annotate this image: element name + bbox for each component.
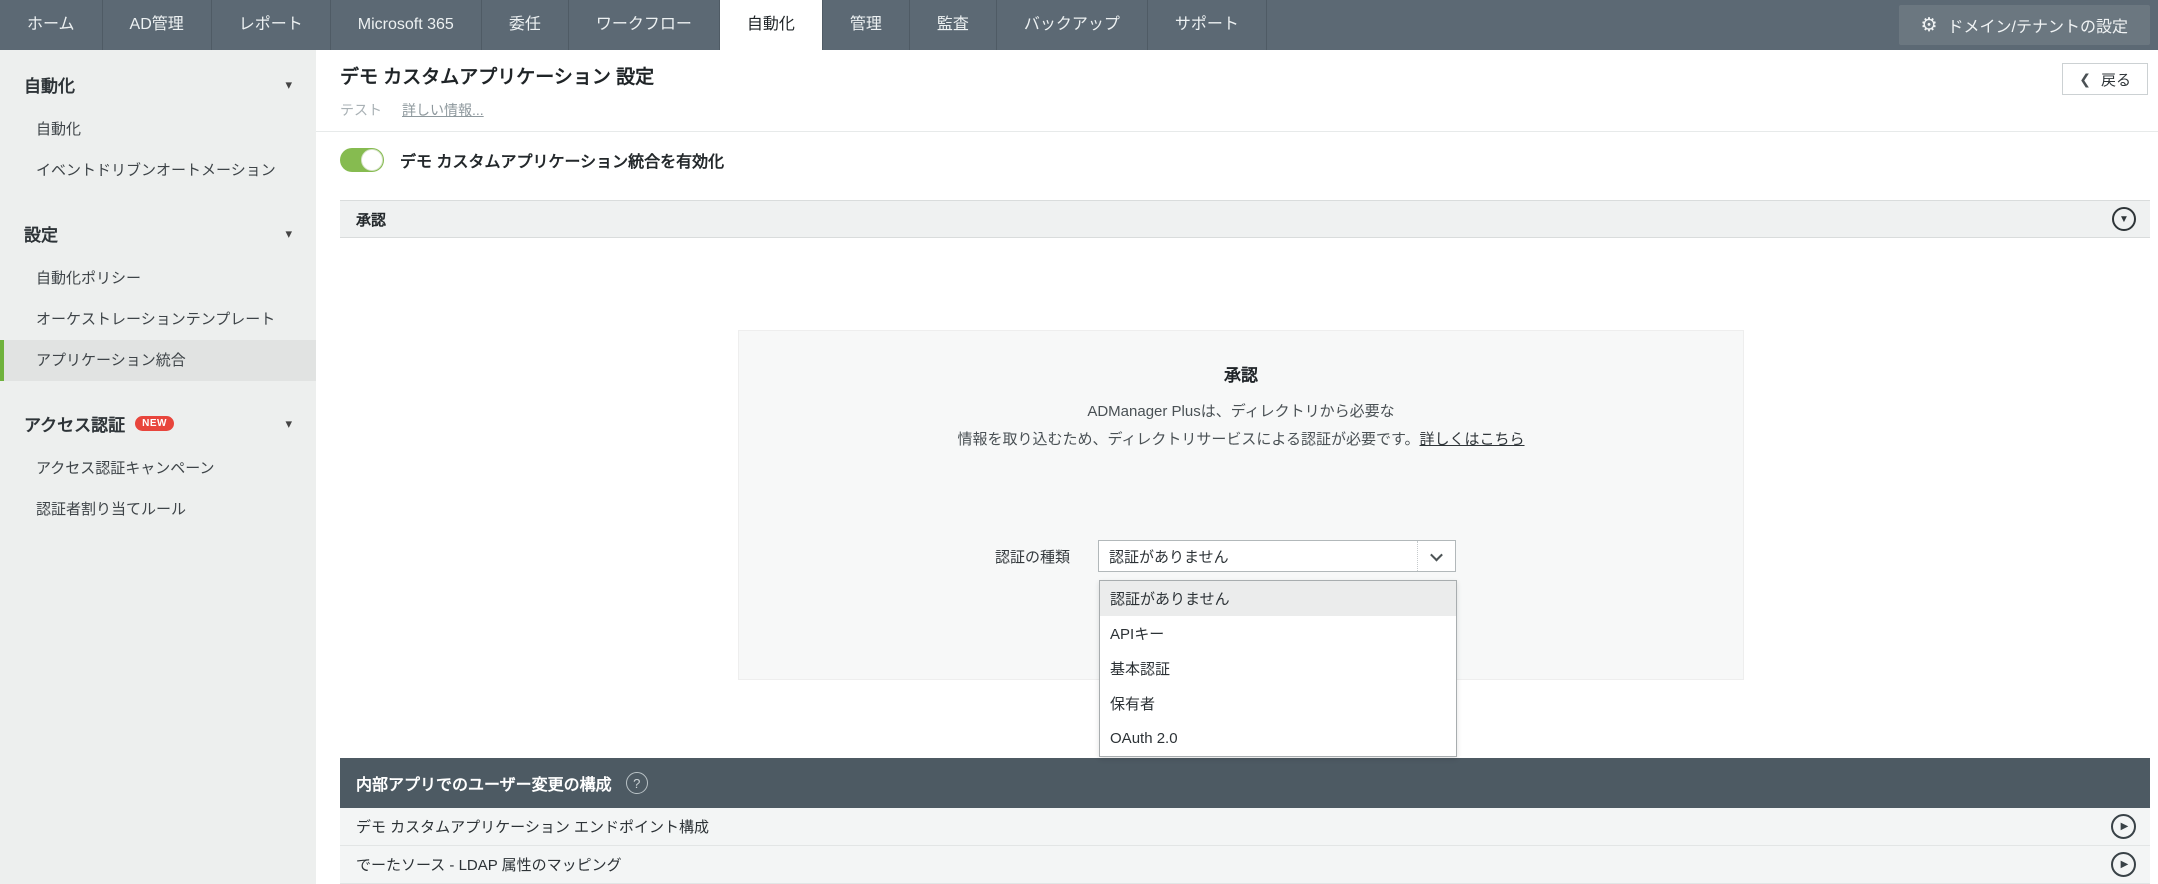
more-info-link[interactable]: 詳しい情報...	[402, 100, 484, 120]
section-title: 設定	[24, 226, 58, 245]
main-content: デモ カスタムアプリケーション 設定 テスト 詳しい情報... ❮ 戻る デモ …	[316, 50, 2158, 884]
description-line-2-text: 情報を取り込むため、ディレクトリサービスによる認証が必要です。	[957, 430, 1420, 448]
sidebar-section-automation[interactable]: 自動化 ▾	[0, 50, 316, 109]
config-section-header: 内部アプリでのユーザー変更の構成 ?	[340, 758, 2150, 808]
tab-backup[interactable]: バックアップ	[997, 0, 1148, 50]
sidebar-section-access-certification[interactable]: アクセス認証 NEW ▾	[0, 381, 316, 448]
page-title: デモ カスタムアプリケーション 設定	[340, 67, 655, 88]
toggle-label: デモ カスタムアプリケーション統合を有効化	[400, 154, 725, 171]
tab-audit[interactable]: 監査	[910, 0, 997, 50]
tab-automation[interactable]: 自動化	[719, 0, 823, 50]
toggle-knob	[361, 149, 383, 171]
tab-reports[interactable]: レポート	[212, 0, 331, 50]
sidebar-item-automation-policy[interactable]: 自動化ポリシー	[0, 258, 316, 299]
ldap-mapping-row[interactable]: でーたソース - LDAP 属性のマッピング ▶	[340, 846, 2150, 884]
authorization-description: ADManager Plusは、ディレクトリから必要な 情報を取り込むため、ディ…	[739, 398, 1743, 454]
section-title: 自動化	[24, 77, 75, 96]
learn-more-link[interactable]: 詳しくはこちら	[1420, 431, 1525, 448]
top-navigation: ホーム AD管理 レポート Microsoft 365 委任 ワークフロー 自動…	[0, 0, 2158, 50]
auth-type-select[interactable]: 認証がありません 認証がありません APIキー 基本認証 保有者 OAuth 2…	[1098, 540, 1458, 757]
endpoint-config-row[interactable]: デモ カスタムアプリケーション エンドポイント構成 ▶	[340, 808, 2150, 846]
settings-button-label: ドメイン/テナントの設定	[1947, 19, 2128, 36]
dropdown-option-no-auth[interactable]: 認証がありません	[1100, 581, 1457, 616]
back-button[interactable]: ❮ 戻る	[2062, 63, 2148, 95]
app-subtitle: テスト	[340, 102, 382, 118]
chevron-down-icon: ▾	[285, 415, 292, 431]
auth-type-label: 認証の種類	[995, 548, 1071, 566]
dropdown-option-oauth2[interactable]: OAuth 2.0	[1100, 721, 1456, 756]
sidebar-section-settings[interactable]: 設定 ▾	[0, 191, 316, 258]
expand-play-icon[interactable]: ▶	[2111, 814, 2136, 839]
domain-tenant-settings-button[interactable]: ⚙ ドメイン/テナントの設定	[1898, 5, 2150, 45]
chevron-shape	[1430, 548, 1443, 561]
tab-home[interactable]: ホーム	[0, 0, 103, 50]
config-section-title: 内部アプリでのユーザー変更の構成	[356, 777, 612, 794]
page-header: デモ カスタムアプリケーション 設定 テスト 詳しい情報... ❮ 戻る	[316, 50, 2158, 132]
tab-ad-management[interactable]: AD管理	[103, 0, 212, 50]
help-icon[interactable]: ?	[625, 772, 648, 794]
sidebar-item-automation[interactable]: 自動化	[0, 109, 316, 150]
gear-icon: ⚙	[1920, 14, 1938, 36]
back-button-label: 戻る	[2100, 71, 2131, 89]
dropdown-option-basic-auth[interactable]: 基本認証	[1100, 651, 1456, 686]
sidebar-item-orchestration-template[interactable]: オーケストレーションテンプレート	[0, 299, 316, 340]
nav-spacer	[1267, 0, 1899, 50]
ldap-mapping-label: でーたソース - LDAP 属性のマッピング	[356, 857, 622, 874]
sidebar-item-application-integration[interactable]: アプリケーション統合	[0, 340, 316, 381]
chevron-down-icon: ▾	[285, 225, 292, 241]
endpoint-config-label: デモ カスタムアプリケーション エンドポイント構成	[356, 819, 710, 836]
sidebar-item-access-certification-campaign[interactable]: アクセス認証キャンペーン	[0, 448, 316, 489]
collapse-section-icon[interactable]: ▼	[2112, 207, 2136, 231]
tab-delegation[interactable]: 委任	[482, 0, 569, 50]
sidebar: 自動化 ▾ 自動化 イベントドリブンオートメーション 設定 ▾ 自動化ポリシー …	[0, 50, 316, 884]
auth-type-row: 認証の種類 認証がありません 認証がありません APIキー 基本認証 保有者 O…	[995, 540, 1458, 757]
select-chevron-down-icon[interactable]	[1417, 541, 1455, 571]
approval-section-bar: 承認 ▼	[340, 200, 2150, 238]
dropdown-option-api-key[interactable]: APIキー	[1100, 616, 1456, 651]
authorization-panel-title: 承認	[1224, 366, 1258, 385]
chevron-down-icon: ▾	[285, 76, 292, 92]
sidebar-item-certifier-assignment-rule[interactable]: 認証者割り当てルール	[0, 489, 316, 530]
tab-admin[interactable]: 管理	[823, 0, 910, 50]
auth-type-dropdown: 認証がありません APIキー 基本認証 保有者 OAuth 2.0	[1099, 580, 1458, 757]
expand-play-icon[interactable]: ▶	[2111, 852, 2136, 877]
dropdown-option-bearer[interactable]: 保有者	[1100, 686, 1456, 721]
tab-microsoft-365[interactable]: Microsoft 365	[331, 0, 482, 50]
description-line-1: ADManager Plusは、ディレクトリから必要な	[1087, 403, 1395, 420]
enable-integration-toggle[interactable]	[340, 148, 384, 172]
new-badge: NEW	[135, 416, 174, 431]
description-line-2: 情報を取り込むため、ディレクトリサービスによる認証が必要です。詳しくはこちら	[739, 426, 1743, 454]
enable-integration-row: デモ カスタムアプリケーション統合を有効化	[340, 148, 2158, 172]
authorization-panel: 承認 ADManager Plusは、ディレクトリから必要な 情報を取り込むため…	[738, 330, 1744, 757]
auth-type-selected-value: 認証がありません	[1109, 548, 1229, 566]
tab-support[interactable]: サポート	[1148, 0, 1267, 50]
tab-workflow[interactable]: ワークフロー	[569, 0, 720, 50]
sidebar-item-event-driven-automation[interactable]: イベントドリブンオートメーション	[0, 150, 316, 191]
approval-bar-title: 承認	[356, 211, 387, 229]
section-title: アクセス認証	[24, 416, 126, 435]
chevron-left-icon: ❮	[2079, 70, 2091, 87]
user-modification-config-section: 内部アプリでのユーザー変更の構成 ? デモ カスタムアプリケーション エンドポイ…	[340, 758, 2150, 884]
